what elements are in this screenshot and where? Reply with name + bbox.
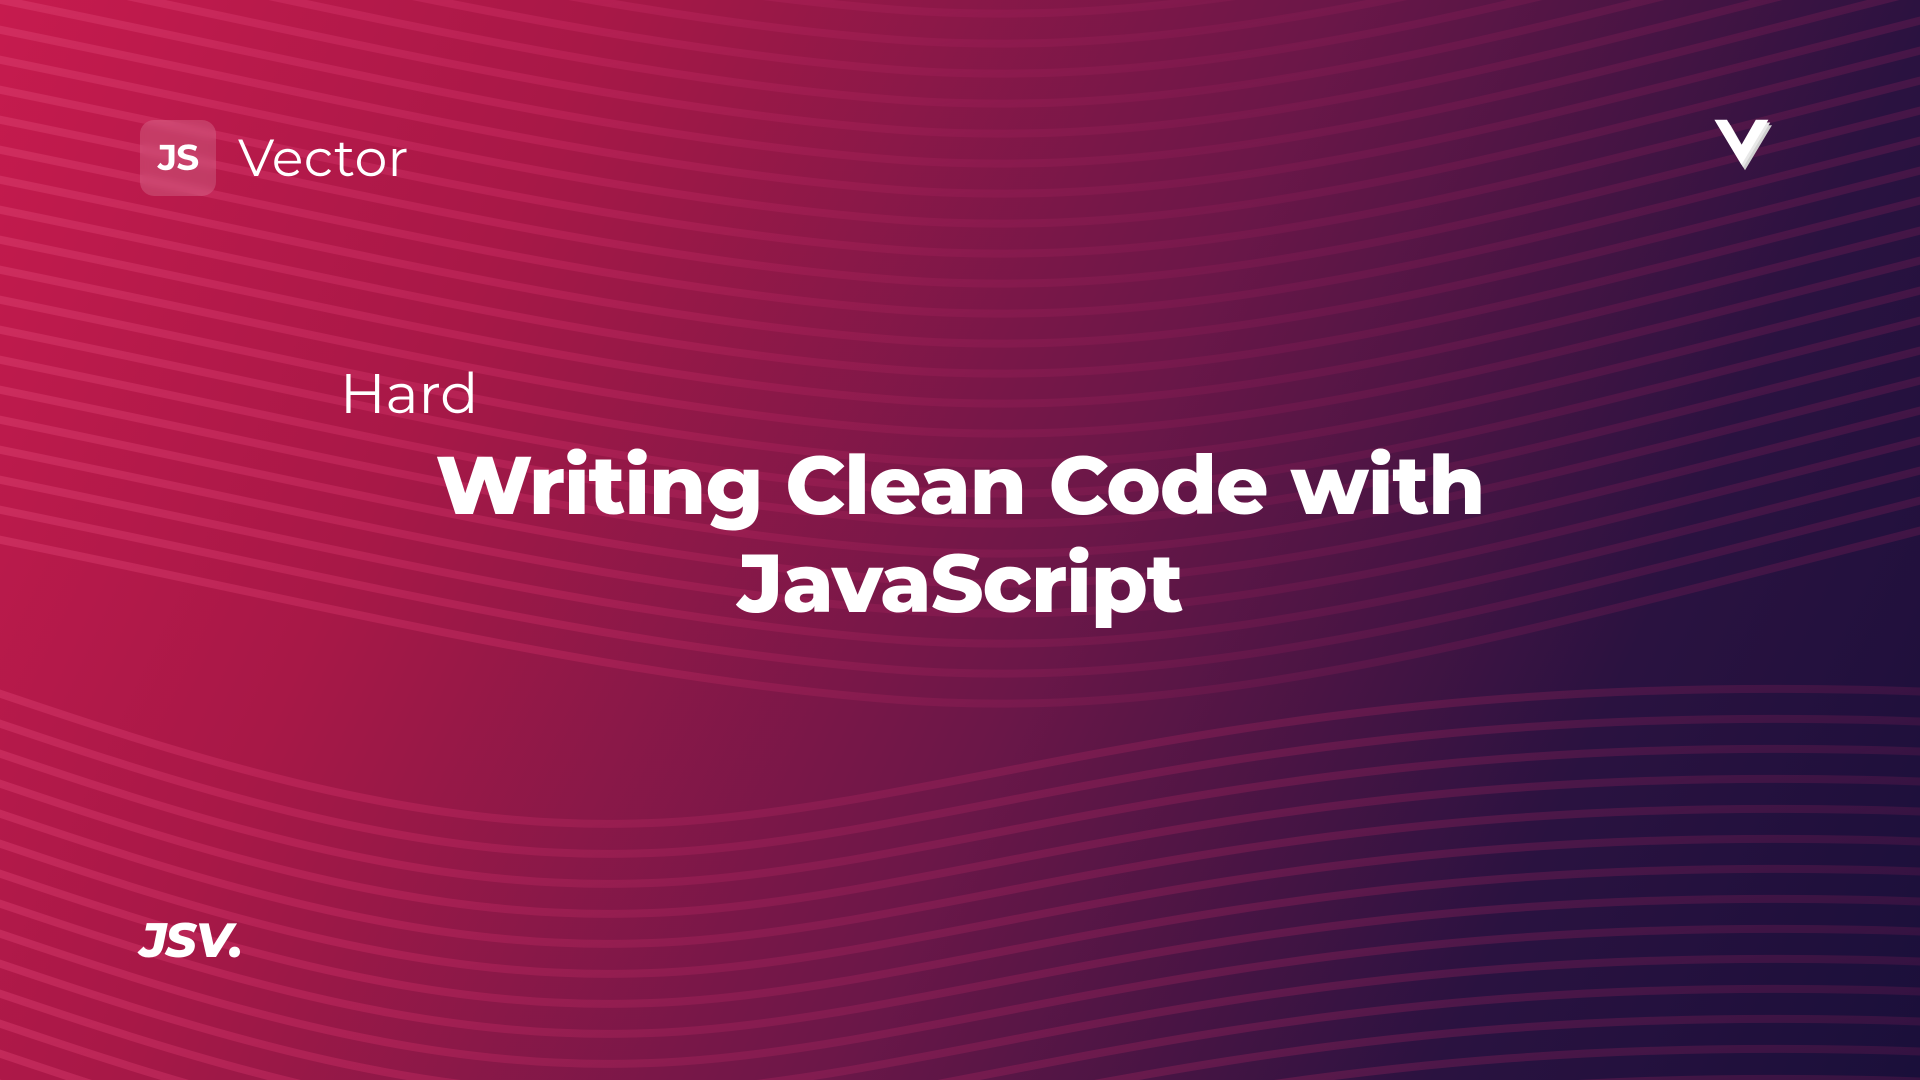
brand-header: JS Vector — [140, 120, 409, 196]
js-badge-text: JS — [158, 136, 198, 180]
corner-logo-icon — [1700, 100, 1790, 195]
course-title: Writing Clean Code with JavaScript — [340, 436, 1580, 633]
brand-name: Vector — [238, 127, 409, 190]
main-content: Hard Writing Clean Code with JavaScript — [340, 360, 1580, 633]
difficulty-label: Hard — [340, 360, 1580, 428]
js-badge-icon: JS — [140, 120, 216, 196]
brand-short-mark: JSV. — [140, 912, 242, 970]
